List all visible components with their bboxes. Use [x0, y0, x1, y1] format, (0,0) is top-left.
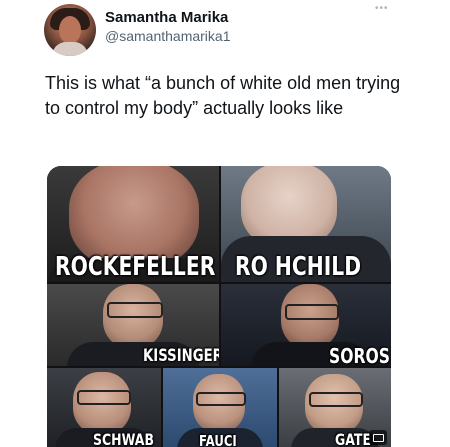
glasses	[196, 392, 246, 406]
photo-kissinger: KISSINGER	[47, 284, 219, 366]
photo-soros: SOROS	[221, 284, 391, 366]
image-alt-icon[interactable]	[369, 430, 387, 445]
caption-kissinger: KISSINGER	[143, 346, 219, 366]
caption-schwab: SCHWAB	[93, 430, 154, 447]
user-name[interactable]: Samantha Marika	[105, 9, 228, 26]
avatar[interactable]	[44, 4, 96, 56]
caption-rothchild: RO HCHILD	[235, 252, 362, 282]
glasses	[285, 304, 339, 320]
tweet-media[interactable]: ROCKEFELLER RO HCHILD KISSINGER SOROS SC…	[47, 166, 391, 447]
avatar-face	[59, 16, 81, 44]
tweet-text: This is what “a bunch of white old men t…	[45, 73, 401, 118]
user-handle[interactable]: @samanthamarika1	[105, 28, 231, 44]
more-options-icon[interactable]: •••	[375, 4, 389, 14]
photo-rothchild: RO HCHILD	[221, 166, 391, 282]
glasses	[107, 302, 163, 318]
glasses	[77, 390, 131, 405]
tweet: Samantha Marika @samanthamarika1 ••• Thi…	[0, 0, 450, 447]
glasses	[309, 392, 363, 407]
caption-soros: SOROS	[329, 344, 391, 366]
caption-rockefeller: ROCKEFELLER	[55, 252, 216, 282]
caption-gates: GATE	[335, 430, 371, 447]
photo-rockefeller: ROCKEFELLER	[47, 166, 219, 282]
photo-fauci: FAUCI	[163, 368, 277, 447]
avatar-body	[52, 42, 88, 56]
caption-fauci: FAUCI	[199, 432, 237, 447]
photo-schwab: SCHWAB	[47, 368, 161, 447]
